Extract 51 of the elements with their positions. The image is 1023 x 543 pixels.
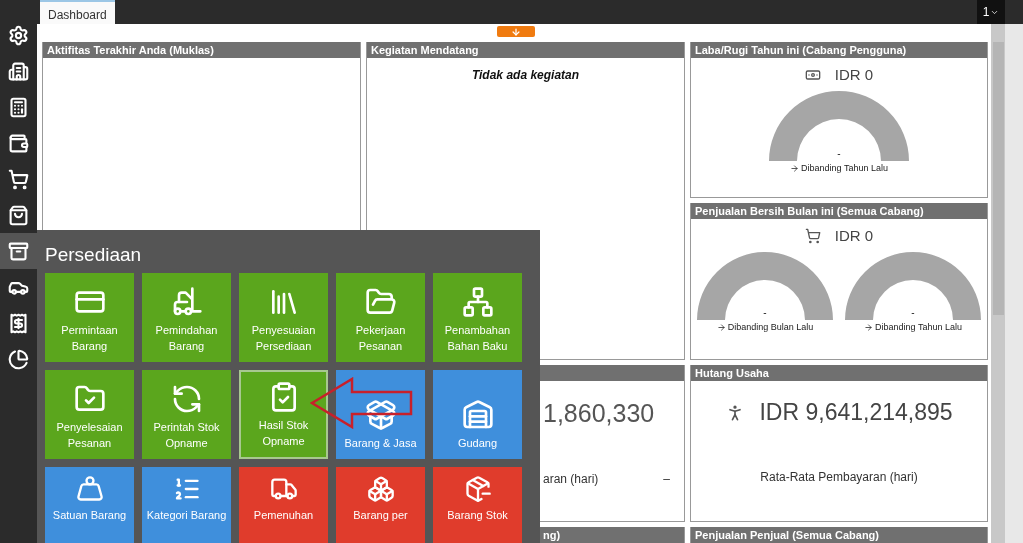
menu-tile[interactable]: Perintah Stok Opname <box>142 370 231 459</box>
menu-tile[interactable]: Pemenuhan <box>239 467 328 543</box>
package-icon <box>463 475 492 503</box>
gauge-caption: Dibanding Tahun Lalu <box>875 322 962 332</box>
panel-title: Kegiatan Mendatang <box>367 42 684 58</box>
menu-tile[interactable]: Barang & Jasa <box>336 370 425 459</box>
gauge-value: - <box>763 307 767 318</box>
menu-tile[interactable]: Penambahan Bahan Baku <box>433 273 522 362</box>
panel-title: Laba/Rugi Tahun ini (Cabang Pengguna) <box>691 42 987 58</box>
gauge-value: - <box>837 148 841 159</box>
menu-tile[interactable]: Penyelesaian Pesanan <box>45 370 134 459</box>
menu-tile[interactable]: Penyesuaian Persediaan <box>239 273 328 362</box>
menu-tile[interactable]: Hasil Stok Opname <box>239 370 328 459</box>
amount-value: IDR 9,641,214,895 <box>759 399 953 426</box>
scrollbar[interactable] <box>990 24 1023 543</box>
menu-title: Persediaan <box>45 244 143 266</box>
package-icon <box>364 399 397 431</box>
panel-caption: Rata-Rata Pembayaran (hari) <box>760 470 918 484</box>
menu-tile[interactable]: Permintaan Barang <box>45 273 134 362</box>
page-selector[interactable]: 1 <box>977 0 1005 24</box>
panel-title: Hutang Usaha <box>691 365 987 381</box>
menu-tile[interactable]: Pekerjaan Pesanan <box>336 273 425 362</box>
panel-value: – <box>663 472 670 486</box>
panel-title: Penjualan Bersih Bulan ini (Semua Cabang) <box>691 203 987 219</box>
boxes-icon <box>366 475 395 503</box>
arrow-right-icon <box>864 322 874 332</box>
menu-tile[interactable]: Kategori Barang <box>142 467 231 543</box>
menu-tile[interactable]: Pemindahan Barang <box>142 273 231 362</box>
cart-icon <box>804 227 821 244</box>
empty-message: Tidak ada kegiatan <box>471 68 580 82</box>
amount-value: 1,860,330 <box>543 399 655 428</box>
amount-value: IDR 0 <box>834 227 874 244</box>
hierarchy-icon <box>461 286 494 318</box>
panel-title: Penjualan Penjual (Semua Cabang) <box>691 527 987 543</box>
panel-title: Aktifitas Terakhir Anda (Muklas) <box>43 42 360 58</box>
gauge-caption: Dibanding Bulan Lalu <box>727 322 814 332</box>
panel-caption: aran (hari) <box>543 472 599 486</box>
arrow-down-icon <box>511 26 521 37</box>
weight-icon <box>75 475 104 503</box>
gauge-caption: Dibanding Tahun Lalu <box>801 163 888 173</box>
cabinet-icon[interactable] <box>0 233 37 269</box>
menu-tile[interactable]: Gudang <box>433 370 522 459</box>
gauge-value: - <box>911 307 915 318</box>
menu-tile[interactable]: Satuan Barang <box>45 467 134 543</box>
amount-value: IDR 0 <box>834 66 874 83</box>
arrow-right-icon <box>790 163 800 173</box>
warehouse-icon <box>461 399 494 431</box>
menu-tile[interactable]: Barang Stok <box>433 467 522 543</box>
menu-tile[interactable]: Barang per <box>336 467 425 543</box>
arrow-right-icon <box>716 322 726 332</box>
dashboard-tab[interactable]: Dashboard <box>40 0 115 24</box>
